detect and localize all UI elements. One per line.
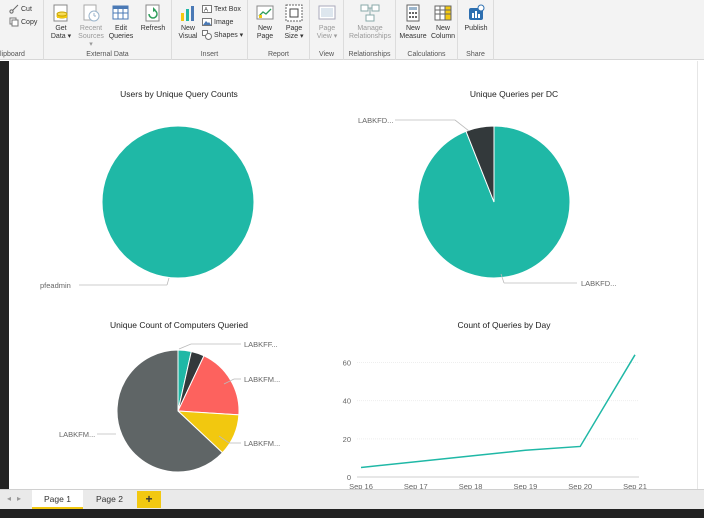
power-bi-desktop-window: Cut Copy lipboard Get Data ▾ Recent Source… — [0, 0, 704, 518]
pie-label: LABKFM... — [244, 439, 280, 448]
page-size-button[interactable]: Page Size ▾ — [279, 3, 309, 41]
new-page-button[interactable]: New Page — [250, 3, 280, 41]
refresh-button[interactable]: Refresh — [138, 3, 168, 33]
table-edit-icon — [111, 3, 131, 23]
y-tick-label: 0 — [347, 473, 351, 482]
new-visual-button[interactable]: New Visual — [173, 3, 203, 41]
copy-button[interactable]: Copy — [9, 17, 37, 29]
page-view-button[interactable]: Page View ▾ — [312, 3, 342, 41]
image-button[interactable]: Image — [202, 17, 233, 29]
visual-unique-queries-per-dc[interactable]: Unique Queries per DC LABKFD... LABKFD..… — [349, 85, 679, 315]
cut-button[interactable]: Cut — [9, 4, 32, 16]
pie-label: LABKFM... — [244, 375, 280, 384]
pie-label: pfeadmin — [40, 281, 71, 290]
pie-leader-line — [454, 119, 470, 132]
edit-queries-button[interactable]: Edit Queries — [106, 3, 136, 41]
ribbon-group-insert: New Visual A Text Box Image Shapes ▾ Inser… — [172, 0, 248, 60]
text-box-icon: A — [202, 4, 212, 14]
text-box-button[interactable]: A Text Box — [202, 4, 241, 16]
copy-icon — [9, 17, 19, 27]
add-page-button[interactable]: + — [137, 491, 161, 508]
group-label-calculations: Calculations — [407, 51, 446, 58]
pie-slices — [116, 349, 240, 473]
relationships-icon — [360, 3, 380, 23]
new-column-button[interactable]: New Column — [428, 3, 458, 41]
manage-relationships-button[interactable]: Manage Relationships — [344, 3, 396, 41]
y-tick-label: 40 — [343, 397, 351, 406]
bar-chart-icon — [178, 3, 198, 23]
pie-slices — [101, 125, 255, 279]
ribbon-group-report: New Page Page Size ▾ Report — [248, 0, 310, 60]
pie-chart: LABKFD... LABKFD... — [358, 116, 616, 288]
publish-icon — [466, 3, 486, 23]
report-canvas: Users by Unique Query Counts pfeadmin Un… — [9, 61, 697, 494]
svg-text:A: A — [204, 8, 208, 14]
calculator-icon — [403, 3, 423, 23]
pie-chart: pfeadmin — [40, 125, 255, 290]
group-label-clipboard: lipboard — [0, 51, 25, 58]
shapes-button[interactable]: Shapes ▾ — [202, 30, 243, 42]
next-page-arrow-icon[interactable]: ▸ — [17, 494, 21, 503]
new-page-icon — [255, 3, 275, 23]
database-icon — [51, 3, 71, 23]
get-data-button[interactable]: Get Data ▾ — [46, 3, 76, 41]
recent-sources-icon — [81, 3, 101, 23]
ribbon-group-clipboard: Cut Copy lipboard — [0, 0, 44, 60]
page-tab-bar: ◂ ▸ Page 1 Page 2 + — [0, 489, 704, 509]
pie-leader-line — [166, 277, 170, 286]
recent-sources-button[interactable]: Recent Sources ▾ — [76, 3, 106, 49]
ribbon-group-calculations: New Measure New Column Calculations — [396, 0, 458, 60]
pie-label: LABKFM... — [59, 430, 95, 439]
group-label-share: Share — [466, 51, 485, 58]
chart-y-axis: 0 20 40 60 — [343, 358, 351, 482]
group-label-external-data: External Data — [86, 51, 129, 58]
pie-label: LABKFD... — [358, 116, 393, 125]
pie-chart: LABKFF... LABKFM... LABKFM... LABKFM... — [59, 340, 280, 473]
y-tick-label: 20 — [343, 435, 351, 444]
publish-button[interactable]: Publish — [461, 3, 491, 33]
status-bar — [0, 509, 704, 518]
shapes-icon — [202, 30, 212, 41]
visual-users-by-unique-query-counts[interactable]: Users by Unique Query Counts pfeadmin — [29, 85, 329, 315]
y-tick-label: 60 — [343, 358, 351, 367]
scissors-icon — [9, 4, 19, 14]
series-line — [360, 354, 636, 469]
pie-label: LABKFF... — [244, 340, 278, 349]
group-label-relationships: Relationships — [348, 51, 391, 58]
image-icon — [202, 17, 212, 27]
previous-page-arrow-icon[interactable]: ◂ — [7, 494, 11, 503]
pie-leader-line — [178, 343, 192, 350]
left-navigation-strip — [0, 61, 9, 494]
pie-label: LABKFD... — [581, 279, 616, 288]
ribbon-group-external-data: Get Data ▾ Recent Sources ▾ Edit Queries Re… — [44, 0, 172, 60]
visual-count-of-queries-by-day[interactable]: Count of Queries by Day 0 20 40 60 Sep 16 Se… — [329, 315, 679, 493]
ribbon-group-relationships: Manage Relationships Relationships — [344, 0, 396, 60]
new-measure-button[interactable]: New Measure — [398, 3, 428, 41]
ribbon-group-share: Publish Share — [458, 0, 494, 60]
page-view-icon — [317, 3, 337, 23]
visual-unique-count-of-computers-queried[interactable]: Unique Count of Computers Queried LABKFF… — [29, 315, 329, 485]
table-column-icon — [433, 3, 453, 23]
group-label-insert: Insert — [200, 51, 219, 58]
page-tab-page-2[interactable]: Page 2 — [84, 490, 135, 509]
pie-slice[interactable] — [101, 125, 255, 279]
line-chart: 0204060 Sep 16 Sep 17 Sep 18 Sep 19 Sep 20 Se… — [343, 354, 647, 491]
page-tab-page-1[interactable]: Page 1 — [32, 490, 83, 509]
ribbon: Cut Copy lipboard Get Data ▾ Recent Source… — [0, 0, 704, 60]
group-label-view: View — [318, 51, 335, 58]
refresh-icon — [143, 3, 163, 23]
page-size-icon — [284, 3, 304, 23]
canvas-right-edge — [697, 61, 704, 494]
pie-slices — [417, 125, 571, 279]
ribbon-group-view: Page View ▾ View — [310, 0, 344, 60]
group-label-report: Report — [267, 51, 289, 58]
